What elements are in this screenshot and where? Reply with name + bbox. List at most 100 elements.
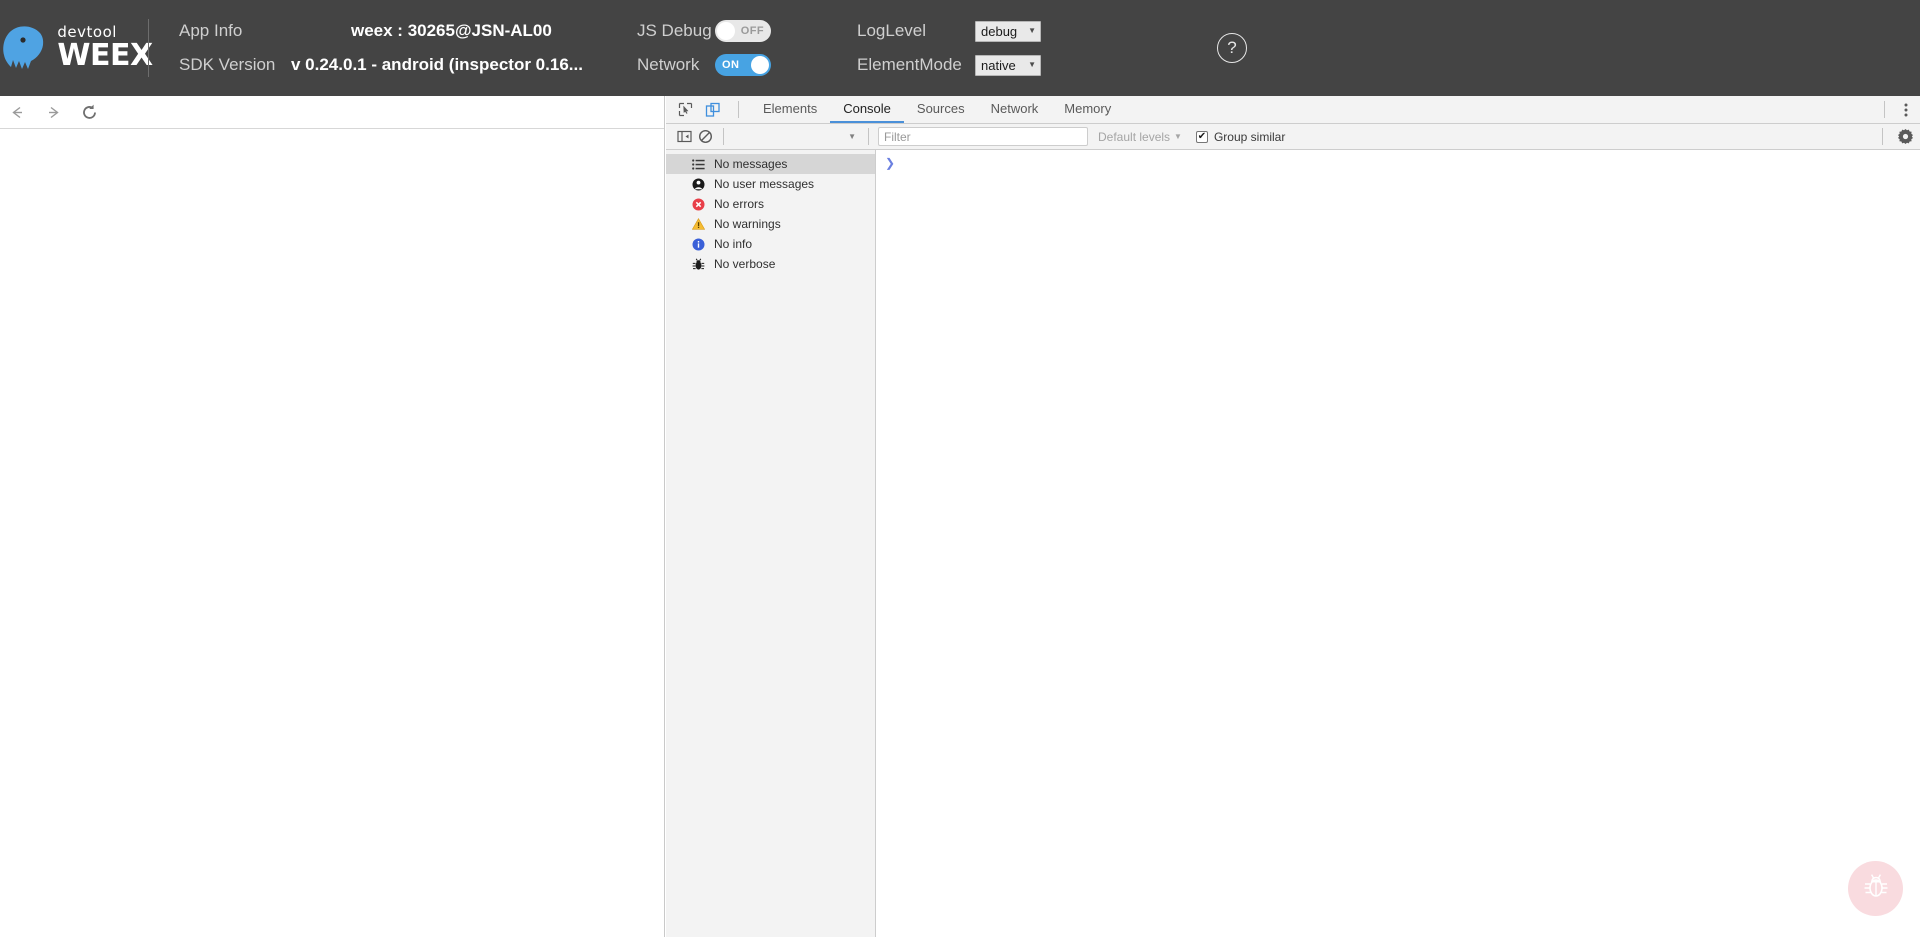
log-level-label: LogLevel bbox=[857, 21, 927, 40]
sidebar-item-no-info[interactable]: No info bbox=[666, 234, 875, 254]
js-debug-label: JS Debug bbox=[637, 21, 712, 40]
brand-logo: devtool WEEX bbox=[0, 0, 153, 96]
sidebar-item-no-verbose[interactable]: No verbose bbox=[666, 254, 875, 274]
sidebar-item-label: No messages bbox=[714, 157, 788, 171]
log-levels-dropdown[interactable]: Default levels ▼ bbox=[1098, 130, 1182, 144]
clear-console-icon[interactable] bbox=[695, 126, 716, 147]
tab-console-label: Console bbox=[843, 101, 891, 116]
info-icon bbox=[691, 237, 705, 251]
console-output-area[interactable]: ❯ bbox=[876, 150, 1920, 937]
header-divider bbox=[148, 19, 149, 77]
element-mode-select[interactable]: native ▼ bbox=[975, 54, 1041, 76]
more-options-icon[interactable] bbox=[1892, 96, 1920, 123]
help-button[interactable]: ? bbox=[1217, 33, 1247, 63]
sidebar-item-no-user-messages[interactable]: No user messages bbox=[666, 174, 875, 194]
gear-icon[interactable] bbox=[1890, 129, 1920, 144]
devtools-tab-bar: Elements Console Sources Network Memory bbox=[666, 96, 1920, 124]
network-label: Network bbox=[637, 55, 700, 74]
verbose-icon bbox=[691, 257, 705, 271]
tab-console[interactable]: Console bbox=[830, 96, 904, 123]
app-info-group: App Info weex : 30265@JSN-AL00 SDK Versi… bbox=[179, 0, 609, 96]
tab-memory-label: Memory bbox=[1064, 101, 1112, 116]
sidebar-item-no-errors[interactable]: No errors bbox=[666, 194, 875, 214]
settings-separator bbox=[1882, 128, 1883, 145]
element-mode-label: ElementMode bbox=[857, 55, 962, 74]
group-similar-checkbox[interactable]: ✔ bbox=[1195, 130, 1208, 143]
console-body: No messages No user messages No errors N… bbox=[666, 150, 1920, 937]
js-debug-toggle[interactable]: OFF bbox=[715, 20, 771, 42]
bug-icon bbox=[1861, 871, 1891, 906]
forward-arrow-icon[interactable] bbox=[42, 101, 64, 123]
log-levels-label: Default levels bbox=[1098, 129, 1171, 144]
network-state-label: ON bbox=[722, 59, 740, 71]
sdk-version-row: SDK Version v 0.24.0.1 - android (inspec… bbox=[179, 48, 609, 82]
tab-elements[interactable]: Elements bbox=[750, 96, 830, 123]
sidebar-item-label: No errors bbox=[714, 197, 765, 211]
js-debug-row: JS Debug OFF bbox=[637, 14, 817, 48]
sidebar-item-no-messages[interactable]: No messages bbox=[666, 154, 875, 174]
tab-network-label: Network bbox=[990, 101, 1039, 116]
group-similar-label: Group similar bbox=[1213, 129, 1286, 144]
log-level-value: debug bbox=[981, 23, 1018, 39]
checkmark-icon: ✔ bbox=[1197, 130, 1207, 142]
app-info-value: weex : 30265@JSN-AL00 bbox=[351, 21, 552, 40]
group-similar-toggle[interactable]: ✔ Group similar bbox=[1195, 129, 1286, 144]
back-arrow-icon[interactable] bbox=[6, 101, 28, 123]
sidebar-item-label: No warnings bbox=[714, 217, 781, 231]
page-content-area bbox=[0, 129, 664, 936]
chevron-down-icon: ▼ bbox=[1028, 26, 1036, 35]
reload-icon[interactable] bbox=[78, 101, 100, 123]
kebab-separator bbox=[1884, 101, 1885, 118]
chevron-down-icon: ▼ bbox=[848, 132, 856, 141]
sdk-version-label: SDK Version bbox=[179, 55, 276, 74]
console-command-input[interactable] bbox=[895, 156, 1920, 170]
execution-context-selector[interactable]: ▼ bbox=[731, 127, 861, 147]
browser-nav-bar bbox=[0, 96, 664, 129]
sidebar-item-label: No info bbox=[714, 237, 753, 251]
js-debug-state-label: OFF bbox=[740, 25, 764, 37]
network-toggle-knob bbox=[751, 56, 769, 74]
toggles-group: JS Debug OFF Network ON bbox=[637, 0, 817, 96]
inspect-element-icon[interactable] bbox=[675, 100, 695, 120]
brand-weex-text: WEEX bbox=[57, 38, 153, 73]
console-filter-field[interactable] bbox=[878, 127, 1088, 146]
tab-memory[interactable]: Memory bbox=[1051, 96, 1124, 123]
console-prompt-row[interactable]: ❯ bbox=[876, 150, 1920, 172]
weex-bird-logo-icon bbox=[0, 19, 53, 77]
console-toolbar: ▼ Default levels ▼ ✔ Group similar bbox=[666, 124, 1920, 150]
devtools-panel: Elements Console Sources Network Memory bbox=[666, 96, 1920, 937]
warning-icon bbox=[691, 217, 705, 231]
sdk-version-value: v 0.24.0.1 - android (inspector 0.16... bbox=[291, 55, 583, 74]
list-icon bbox=[691, 157, 705, 171]
network-row: Network ON bbox=[637, 48, 817, 82]
floating-bug-button[interactable] bbox=[1848, 861, 1903, 916]
console-filter-input[interactable] bbox=[884, 129, 1082, 144]
question-mark-icon: ? bbox=[1227, 38, 1237, 57]
prompt-caret-icon: ❯ bbox=[885, 156, 896, 170]
log-level-row: LogLevel debug ▼ bbox=[857, 14, 1087, 48]
app-info-label: App Info bbox=[179, 21, 243, 40]
sidebar-item-no-warnings[interactable]: No warnings bbox=[666, 214, 875, 234]
network-toggle[interactable]: ON bbox=[715, 54, 771, 76]
chevron-down-icon: ▼ bbox=[1028, 60, 1036, 69]
console-toolbar-separator bbox=[723, 128, 724, 145]
page-preview-pane bbox=[0, 96, 665, 937]
tab-sources[interactable]: Sources bbox=[904, 96, 978, 123]
console-sidebar-toggle-icon[interactable] bbox=[674, 126, 695, 147]
js-debug-toggle-knob bbox=[717, 22, 735, 40]
filter-separator bbox=[868, 128, 869, 145]
sidebar-item-label: No verbose bbox=[714, 257, 776, 271]
toolbar-separator bbox=[738, 101, 739, 118]
tab-elements-label: Elements bbox=[763, 101, 818, 116]
app-header: devtool WEEX App Info weex : 30265@JSN-A… bbox=[0, 0, 1920, 96]
element-mode-value: native bbox=[981, 57, 1016, 73]
devtools-tabs: Elements Console Sources Network Memory bbox=[750, 96, 1124, 123]
user-icon bbox=[691, 177, 705, 191]
sidebar-item-label: No user messages bbox=[714, 177, 815, 191]
tab-network[interactable]: Network bbox=[978, 96, 1052, 123]
chevron-down-icon: ▼ bbox=[1174, 132, 1182, 141]
tab-bar-spacer bbox=[1124, 96, 1877, 123]
log-level-select[interactable]: debug ▼ bbox=[975, 20, 1041, 42]
device-toolbar-icon[interactable] bbox=[703, 100, 723, 120]
error-icon bbox=[691, 197, 705, 211]
